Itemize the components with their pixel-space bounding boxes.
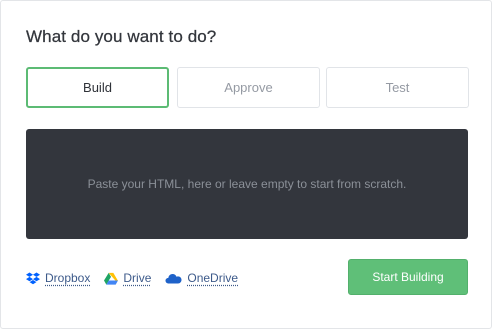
html-paste-placeholder: Paste your HTML, here or leave empty to … xyxy=(87,177,407,191)
mode-selection-card: What do you want to do? Build Approve Te… xyxy=(0,0,492,329)
tab-approve[interactable]: Approve xyxy=(177,67,320,108)
tab-approve-label: Approve xyxy=(224,80,273,95)
tab-test[interactable]: Test xyxy=(326,67,469,108)
tab-build-label: Build xyxy=(83,80,112,95)
html-paste-area[interactable]: Paste your HTML, here or leave empty to … xyxy=(26,129,468,239)
drive-link[interactable]: Drive xyxy=(104,271,151,285)
onedrive-label: OneDrive xyxy=(187,271,239,285)
import-sources: Dropbox Drive OneDrive xyxy=(26,269,252,287)
page-title: What do you want to do? xyxy=(26,27,217,46)
onedrive-icon xyxy=(165,271,182,285)
dropbox-link[interactable]: Dropbox xyxy=(26,271,90,285)
drive-label: Drive xyxy=(123,271,152,285)
start-building-button[interactable]: Start Building xyxy=(348,259,468,295)
dropbox-label: Dropbox xyxy=(45,271,91,285)
tab-build[interactable]: Build xyxy=(26,67,169,108)
dropbox-icon xyxy=(26,271,40,285)
tab-test-label: Test xyxy=(385,80,410,95)
google-drive-icon xyxy=(104,271,119,285)
onedrive-link[interactable]: OneDrive xyxy=(165,271,238,285)
